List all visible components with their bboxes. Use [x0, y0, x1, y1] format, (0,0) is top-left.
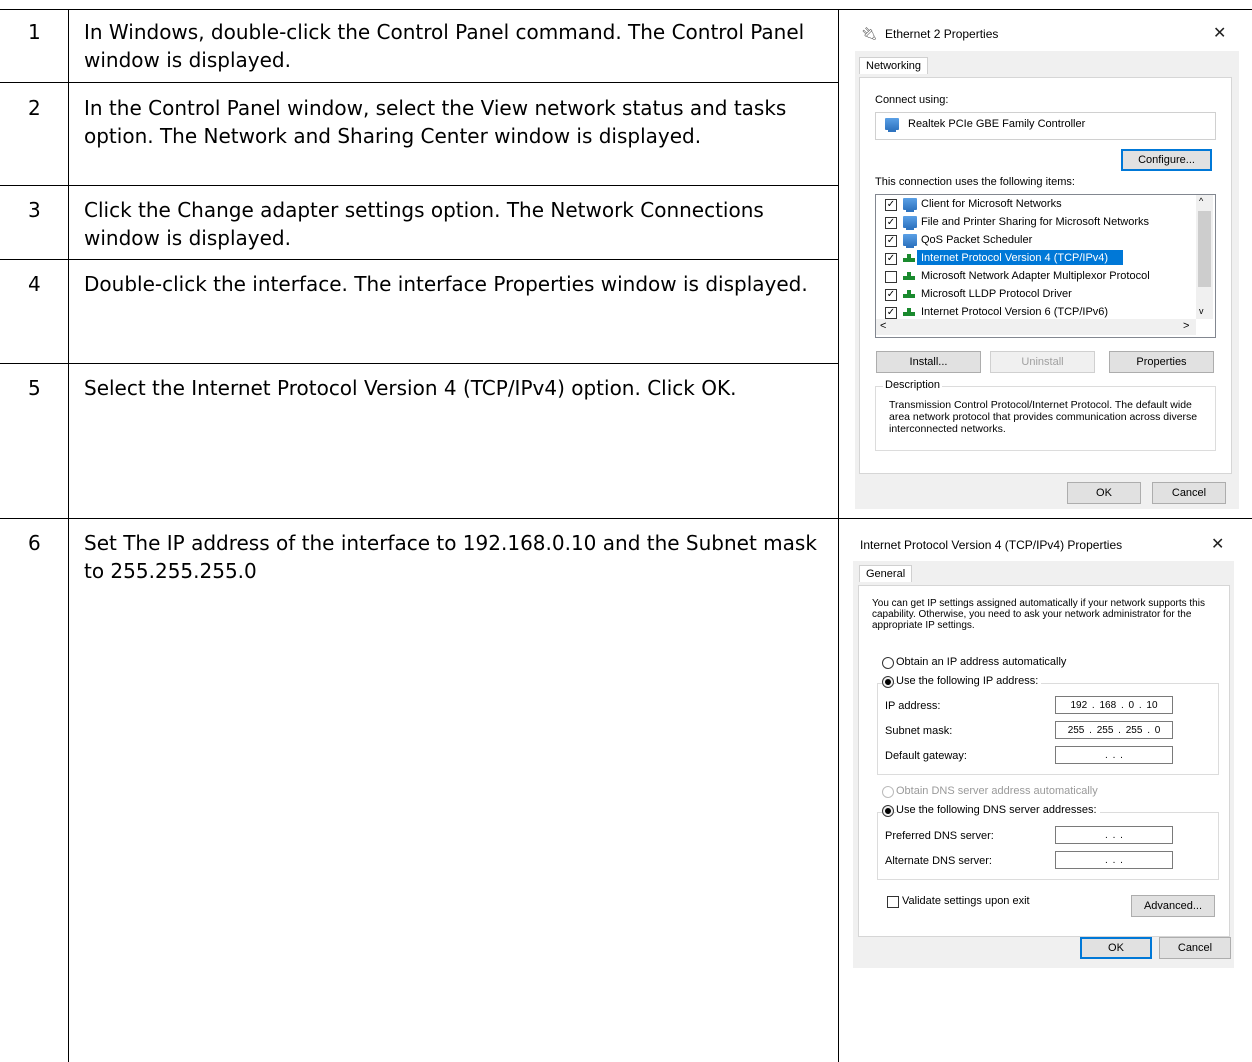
chevron-left-icon[interactable]: < — [880, 320, 886, 332]
protocol-icon — [903, 254, 915, 262]
step-text: In Windows, double-click the Control Pan… — [84, 20, 805, 72]
table-column-divider — [68, 9, 69, 1062]
cancel-button[interactable]: Cancel — [1152, 482, 1226, 504]
table-row-divider — [0, 185, 838, 186]
alternate-dns-field[interactable]: . . . — [1055, 851, 1173, 869]
horizontal-scrollbar[interactable] — [876, 319, 1196, 335]
step-text: Select the Internet Protocol Version 4 (… — [84, 376, 737, 400]
list-item[interactable]: Microsoft Network Adapter Multiplexor Pr… — [921, 270, 1150, 282]
table-row-divider — [0, 82, 838, 83]
list-item[interactable]: Client for Microsoft Networks — [921, 198, 1062, 210]
alternate-dns-label: Alternate DNS server: — [885, 855, 992, 867]
list-item[interactable]: Microsoft LLDP Protocol Driver — [921, 288, 1072, 300]
step-text: Set The IP address of the interface to 1… — [84, 531, 817, 583]
item-checkbox[interactable]: ✓ — [885, 235, 897, 247]
items-label: This connection uses the following items… — [875, 176, 1075, 188]
table-column-divider — [838, 9, 839, 1062]
item-checkbox[interactable]: ✓ — [885, 307, 897, 319]
adapter-name: Realtek PCIe GBE Family Controller — [908, 118, 1086, 130]
ok-button[interactable]: OK — [1080, 937, 1152, 959]
step-number: 6 — [28, 531, 41, 555]
preferred-dns-field[interactable]: . . . — [1055, 826, 1173, 844]
network-service-icon — [903, 216, 917, 230]
dialog-title: Ethernet 2 Properties — [885, 27, 999, 41]
subnet-mask-field[interactable]: 255 . 255 . 255 . 0 — [1055, 721, 1173, 739]
dialog-title: Internet Protocol Version 4 (TCP/IPv4) P… — [860, 538, 1123, 552]
connect-using-label: Connect using: — [875, 94, 949, 106]
item-checkbox[interactable]: ✓ — [885, 289, 897, 301]
ipv4-properties-dialog: Internet Protocol Version 4 (TCP/IPv4) P… — [853, 528, 1234, 968]
protocol-icon — [903, 308, 915, 316]
use-following-ip-radio[interactable] — [882, 676, 894, 688]
chevron-down-icon[interactable]: v — [1199, 306, 1204, 316]
tab-general[interactable]: General — [859, 565, 913, 582]
close-icon[interactable]: ✕ — [1211, 534, 1224, 554]
intro-text: You can get IP settings assigned automat… — [872, 598, 1205, 631]
dns-group — [877, 812, 1219, 880]
step-text: Click the Change adapter settings option… — [84, 198, 764, 250]
item-checkbox[interactable]: ✓ — [885, 217, 897, 229]
step-number: 4 — [28, 272, 41, 296]
ip-address-field[interactable]: 192 . 168 . 0 . 10 — [1055, 696, 1173, 714]
step-number: 2 — [28, 96, 41, 120]
step-text: Double-click the interface. The interfac… — [84, 272, 808, 296]
item-checkbox[interactable]: ✓ — [885, 199, 897, 211]
configure-button[interactable]: Configure... — [1121, 149, 1212, 171]
network-client-icon — [903, 198, 917, 212]
item-checkbox[interactable] — [885, 271, 897, 283]
list-item-selected[interactable]: Internet Protocol Version 4 (TCP/IPv4) — [921, 252, 1108, 264]
validate-label[interactable]: Validate settings upon exit — [902, 895, 1030, 907]
table-row-divider — [0, 363, 838, 364]
network-adapter-icon — [885, 118, 899, 132]
scrollbar-thumb[interactable] — [1198, 211, 1211, 287]
default-gateway-field[interactable]: . . . — [1055, 746, 1173, 764]
list-item[interactable]: File and Printer Sharing for Microsoft N… — [921, 216, 1149, 228]
protocol-icon — [903, 272, 915, 280]
properties-button[interactable]: Properties — [1109, 351, 1214, 373]
obtain-dns-auto-label[interactable]: Obtain DNS server address automatically — [896, 785, 1098, 797]
close-icon[interactable]: ✕ — [1213, 23, 1226, 43]
ip-address-label: IP address: — [885, 700, 941, 712]
use-following-dns-radio[interactable] — [882, 805, 894, 817]
obtain-dns-auto-radio[interactable] — [882, 786, 894, 798]
advanced-button[interactable]: Advanced... — [1131, 895, 1215, 917]
ok-button[interactable]: OK — [1067, 482, 1141, 504]
use-following-ip-label[interactable]: Use the following IP address: — [896, 675, 1042, 687]
cancel-button[interactable]: Cancel — [1159, 937, 1231, 959]
tab-networking[interactable]: Networking — [859, 57, 929, 74]
obtain-ip-auto-label[interactable]: Obtain an IP address automatically — [896, 656, 1066, 668]
list-item[interactable]: Internet Protocol Version 6 (TCP/IPv6) — [921, 306, 1108, 318]
install-button[interactable]: Install... — [876, 351, 981, 373]
chevron-right-icon[interactable]: > — [1183, 320, 1189, 332]
table-row-divider — [0, 518, 1252, 519]
uninstall-button[interactable]: Uninstall — [990, 351, 1095, 373]
ethernet-properties-dialog: 🔌︎ Ethernet 2 Properties ✕ Networking Co… — [855, 17, 1239, 509]
default-gateway-label: Default gateway: — [885, 750, 967, 762]
step-number: 5 — [28, 376, 41, 400]
table-row-divider — [0, 259, 838, 260]
validate-checkbox[interactable] — [887, 896, 899, 908]
use-following-dns-label[interactable]: Use the following DNS server addresses: — [896, 804, 1100, 816]
network-service-icon — [903, 234, 917, 248]
table-top-border — [0, 9, 1252, 10]
preferred-dns-label: Preferred DNS server: — [885, 830, 994, 842]
item-checkbox[interactable]: ✓ — [885, 253, 897, 265]
subnet-mask-label: Subnet mask: — [885, 725, 953, 737]
step-text: In the Control Panel window, select the … — [84, 96, 787, 148]
step-number: 1 — [28, 20, 41, 44]
network-adapter-icon: 🔌︎ — [861, 26, 878, 41]
protocol-icon — [903, 290, 915, 298]
list-item[interactable]: QoS Packet Scheduler — [921, 234, 1032, 246]
obtain-ip-auto-radio[interactable] — [882, 657, 894, 669]
description-label: Description — [883, 379, 943, 391]
chevron-up-icon[interactable]: ^ — [1199, 196, 1203, 206]
step-number: 3 — [28, 198, 41, 222]
description-text: Transmission Control Protocol/Internet P… — [889, 399, 1198, 435]
